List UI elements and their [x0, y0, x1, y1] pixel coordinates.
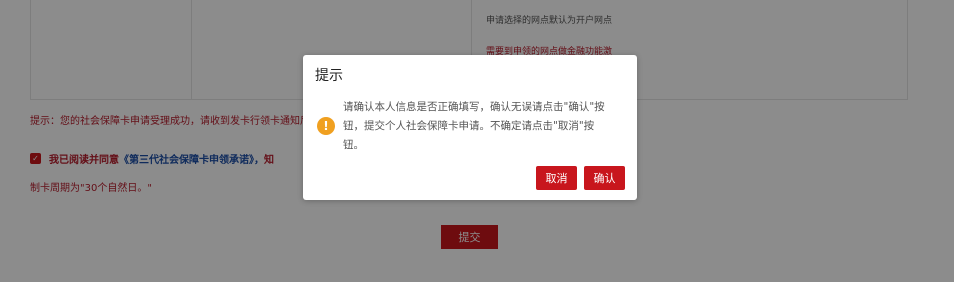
- confirm-button[interactable]: 确认: [584, 166, 625, 190]
- dialog-message: 请确认本人信息是否正确填写，确认无误请点击"确认"按钮，提交个人社会保障卡申请。…: [343, 101, 605, 151]
- exclamation-icon: !: [317, 117, 335, 135]
- cancel-button[interactable]: 取消: [536, 166, 577, 190]
- dialog-title: 提示: [315, 68, 343, 84]
- confirm-dialog: 提示 ! 请确认本人信息是否正确填写，确认无误请点击"确认"按钮，提交个人社会保…: [303, 55, 637, 200]
